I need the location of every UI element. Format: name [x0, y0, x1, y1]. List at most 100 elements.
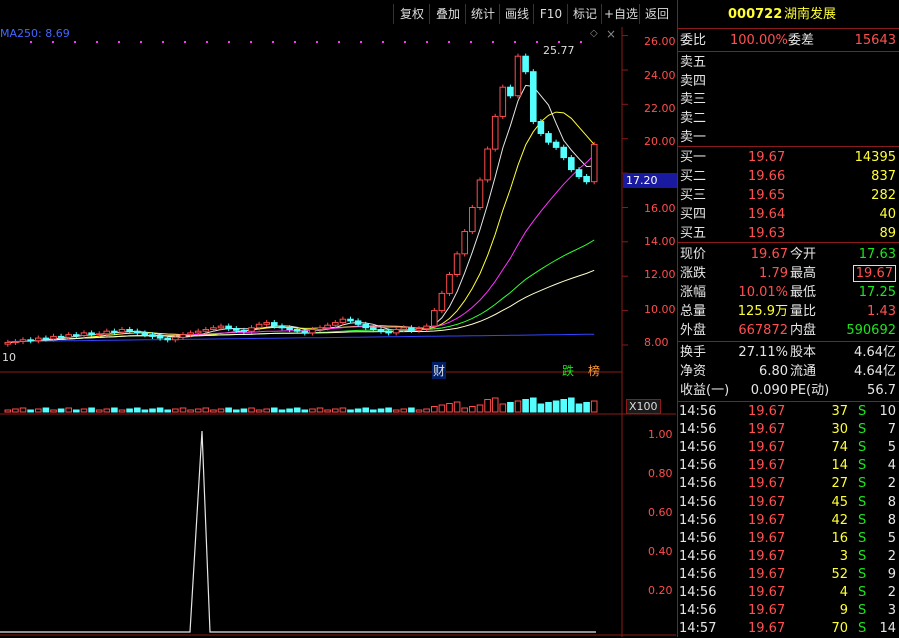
candle-body — [225, 325, 232, 330]
candle-body — [248, 327, 255, 332]
candle-body — [522, 55, 529, 73]
candle-body — [4, 341, 12, 345]
trade-tick-volume: 74 — [831, 440, 848, 456]
volume-bar — [240, 408, 248, 413]
volume-bar — [103, 408, 111, 413]
candle-body — [263, 322, 270, 325]
candle-body — [217, 325, 225, 329]
quote-stat-row: 现价 19.67 今开 17.63 — [678, 245, 899, 264]
volume-bar — [164, 409, 171, 413]
f10-button[interactable]: F10 — [533, 4, 568, 24]
trade-tick-side: S — [858, 566, 867, 582]
commission-ratio-value: 100.00% — [730, 33, 788, 48]
candle-body — [568, 157, 575, 171]
quote-extra-value: 0.090 — [750, 383, 788, 398]
candle-body — [73, 334, 80, 337]
candle-body — [255, 323, 263, 329]
volume-bar — [514, 400, 522, 413]
quote-stat-value: 1.43 — [867, 304, 896, 319]
quote-stat-value: 125.9万 — [737, 304, 788, 319]
signal-dot — [96, 41, 98, 43]
sell-level-row: 卖四 — [678, 72, 899, 91]
statistics-button[interactable]: 统计 — [465, 4, 500, 24]
volume-bar — [42, 407, 50, 413]
candle-body — [453, 253, 461, 275]
trade-tick-price: 19.67 — [748, 548, 786, 564]
signal-dot — [382, 41, 384, 43]
quote-stat-label: 外盘 — [680, 323, 707, 338]
commission-ratio-row: 委比 100.00% 委差 15643 — [678, 31, 899, 50]
add-watchlist-button[interactable]: +自选 — [601, 4, 640, 24]
trade-tick-count: 5 — [887, 440, 896, 456]
candle-body — [12, 341, 19, 343]
candle-body — [293, 329, 301, 332]
candle-body — [80, 332, 88, 336]
quote-stat-row: 外盘 667872 内盘 590692 — [678, 321, 899, 340]
volume-bar — [431, 406, 438, 413]
mark-button[interactable]: 标记 — [567, 4, 602, 24]
quote-extra-label: 流通 — [790, 364, 817, 379]
fall-marker[interactable]: 跌 — [562, 362, 574, 379]
kline-chart-area[interactable]: MA250: 8.69 25.77 10 17.20 财 跌 榜 X100 ◇ … — [0, 27, 678, 637]
volume-bar — [507, 402, 514, 413]
candle-body — [590, 143, 598, 183]
buy-level-volume: 282 — [871, 188, 896, 203]
candle-body — [19, 339, 27, 342]
candle-body — [50, 335, 57, 340]
draw-line-button[interactable]: 画线 — [499, 4, 534, 24]
candle-body — [95, 333, 103, 336]
quote-stat-value: 667872 — [738, 323, 788, 338]
quote-stat-value: 10.01% — [738, 285, 788, 300]
quote-extra-label: 净资 — [680, 364, 707, 379]
signal-dot — [140, 41, 142, 43]
y-tick: 24.00 — [644, 69, 676, 82]
buy-level-price: 19.65 — [748, 188, 786, 203]
candle-body — [202, 329, 210, 332]
candle-body — [324, 324, 331, 329]
back-button[interactable]: 返回 — [639, 4, 674, 24]
candle-body — [27, 339, 34, 342]
signal-dot — [448, 41, 450, 43]
buy-level-volume: 89 — [879, 226, 896, 241]
trade-tick-row: 14:56 19.67 27 S 2 — [678, 474, 899, 493]
signal-dot — [52, 41, 54, 43]
moving-average-line — [7, 154, 595, 343]
candle-body — [88, 332, 95, 336]
sell-level-label: 卖五 — [680, 55, 707, 70]
restore-rights-button[interactable]: 复权 — [393, 4, 430, 24]
commission-diff-value: 15643 — [854, 33, 896, 48]
candle-body — [560, 146, 568, 159]
volume-bar — [377, 408, 385, 413]
volume-bar — [568, 397, 575, 413]
candle-body — [42, 337, 50, 340]
volume-bar — [339, 407, 347, 413]
quote-stat-value: 19.67 — [852, 265, 896, 282]
close-icon[interactable]: × — [606, 27, 616, 41]
trade-tick-side: S — [858, 603, 867, 619]
trade-tick-side: S — [858, 458, 867, 474]
volume-bar — [118, 409, 126, 413]
trade-tick-count: 3 — [887, 603, 896, 619]
ranking-marker[interactable]: 榜 — [588, 362, 600, 379]
y-tick: 14.00 — [644, 235, 676, 248]
expand-diamond-icon[interactable]: ◇ — [590, 28, 598, 39]
buy-level-label: 买二 — [680, 169, 707, 184]
candle-body — [530, 71, 537, 122]
quote-extra-label: 股本 — [790, 345, 817, 360]
trade-tick-time: 14:56 — [679, 512, 717, 528]
trade-tick-row: 14:56 19.67 42 S 8 — [678, 511, 899, 530]
trade-tick-count: 4 — [887, 458, 896, 474]
volume-bar — [476, 404, 484, 413]
trade-tick-time: 14:56 — [679, 422, 717, 438]
finance-marker[interactable]: 财 — [432, 362, 447, 379]
signal-dot — [272, 41, 274, 43]
signal-dot — [404, 41, 406, 43]
kline-chart-svg[interactable] — [0, 27, 676, 637]
volume-bar — [400, 408, 408, 413]
trade-tick-row: 14:56 19.67 16 S 5 — [678, 529, 899, 548]
ma250-label: MA250: 8.69 — [0, 27, 70, 40]
quote-stat-label: 涨幅 — [680, 285, 707, 300]
overlay-button[interactable]: 叠加 — [429, 4, 466, 24]
candle-body — [552, 141, 560, 148]
signal-dot — [514, 41, 516, 43]
